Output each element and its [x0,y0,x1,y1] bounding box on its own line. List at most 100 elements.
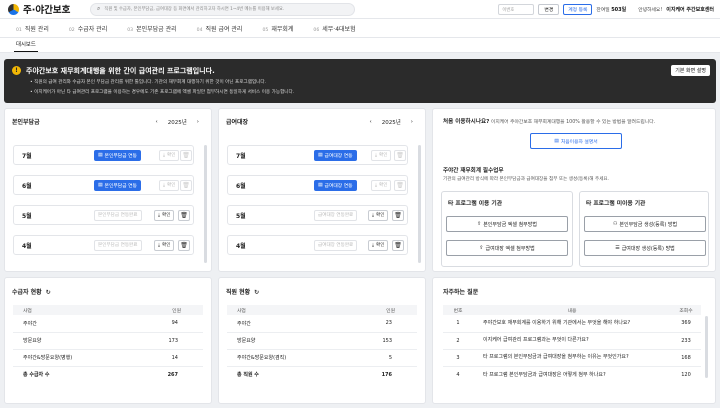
confirm-button[interactable]: ⤓ 확인 [368,209,389,221]
month-label: 4월 [236,242,246,250]
notice-banner: ! 주야간보호 재무회계대행을 위한 간이 급여관리 프로그램입니다. • 직원… [4,59,716,103]
payroll-create-guide-button[interactable]: ☰ 급여대장 생성(등록) 방법 [584,240,706,256]
info-icon: ! [12,66,21,75]
copay-create-guide-button[interactable]: ⚇ 본인부담금 생성(등록) 방법 [584,216,706,232]
payroll-sync-button[interactable]: ▤ 급여대장 연동 [314,149,357,161]
trash-icon[interactable]: 🗑 [392,239,404,251]
payroll-excel-guide-button[interactable]: ⇪ 급여대장 엑셀 첨부방법 [446,240,568,256]
other-program-box: 타 프로그램 이용 기관 ⇪ 본인부담금 엑셀 첨부방법 ⇪ 급여대장 엑셀 첨부방… [441,191,573,267]
tab-dashboard[interactable]: 대시보드 [14,40,38,52]
duty-desc: 기관의 급여관리 방식에 따라 본인부담금과 급여대장을 첨부 또는 생성(등록… [443,177,610,182]
total-row: 총 직원 수 176 [237,371,392,379]
document-icon: ▤ [554,138,559,144]
scrollbar[interactable] [705,316,708,378]
duty-title: 주야간 재무회계 필수업무 [443,168,504,174]
copay-row: 7월 ▤ 본인부담금 연동 ⤓ 확인 🗑 [13,145,194,165]
help-button[interactable]: 기본 화면 설명 [671,65,710,76]
document-icon: ▤ [318,152,323,158]
next-year-button[interactable]: › [197,119,199,125]
faq-table: 번호 내용 조회수 1 주야간보호 재무회계를 이용하기 위해 기관에서는 무엇을… [443,305,701,383]
upload-icon: ⇪ [479,245,484,251]
col-header: 조회수 [671,305,701,315]
payroll-title: 급여대장 [226,119,249,126]
trash-icon[interactable]: 🗑 [178,239,190,251]
copay-synced-button: 본인부담금 연동완료 [94,239,142,251]
prev-year-button[interactable]: ‹ [370,119,372,125]
download-icon: ⤓ [158,243,161,248]
code-input[interactable]: 이번호 [498,4,535,15]
trash-icon: 🗑 [394,179,406,191]
table-row: 주야간&방문요양(병행) 14 [13,349,203,367]
scrollbar[interactable] [418,145,421,263]
nav-item-staff[interactable]: 01 직원 관리 [16,24,49,33]
trash-icon[interactable]: 🗑 [392,209,404,221]
prev-year-button[interactable]: ‹ [156,119,158,125]
recipients-table: 사업 인원 주야간 94 방문요양 173 주야간&방문요양(병행) 14 총 수급자… [13,305,203,383]
trash-icon[interactable]: 🗑 [178,209,190,221]
copay-title: 본인부담금 [12,119,40,126]
main-nav: 01 직원 관리 02 수급자 관리 03 본인부담금 관리 04 직원 급여 관리 0… [0,19,720,38]
nav-item-recipients[interactable]: 02 수급자 관리 [69,24,107,33]
nav-item-copay[interactable]: 03 본인부담금 관리 [127,24,176,33]
document-icon: ▤ [98,152,103,158]
refresh-icon[interactable]: ↻ [254,289,259,296]
faq-row[interactable]: 3타 프로그램의 본인부담금과 급여대장을 첨부하는 이유는 무엇인가요? 168 [443,349,701,367]
download-icon: ⤓ [372,243,375,248]
search-input[interactable]: ⌕ 직원 및 수급자, 본인부담금, 급여대장 등 화면에서 관리하고자 하시면… [90,2,355,16]
scrollbar[interactable] [204,145,207,263]
logo-text: 주·야간보호 [23,5,71,16]
logo[interactable]: 주·야간보호 [8,2,90,16]
confirm-button: ⤓ 확인 [371,149,392,161]
nav-item-payroll[interactable]: 04 직원 급여 관리 [197,24,243,33]
copay-sync-button[interactable]: ▤ 본인부담금 연동 [94,149,141,161]
confirm-button: ⤓ 확인 [159,149,180,161]
copay-panel: 본인부담금 ‹ 2025년 › 7월 ▤ 본인부담금 연동 ⤓ 확인 🗑 6월 ▤ 본… [4,108,212,272]
confirm-button: ⤓ 확인 [371,179,392,191]
other-program-title: 타 프로그램 이용 기관 [448,201,503,207]
first-use-guide-button[interactable]: ▤ 처음이용자 설명서 [530,133,622,149]
table-row: 주야간 23 [227,315,417,333]
col-header: 인원 [131,305,203,315]
nav-item-accounting[interactable]: 05 재무회계 [262,24,293,33]
refresh-icon[interactable]: ↻ [46,289,51,296]
copay-synced-button: 본인부담금 연동완료 [94,209,142,221]
total-row: 총 수급자 수 267 [23,371,178,379]
faq-row[interactable]: 2 이지케어 급여관리 프로그램과는 무엇이 다른가요? 233 [443,332,701,350]
month-label: 6월 [22,182,32,190]
confirm-button[interactable]: ⤓ 확인 [154,239,175,251]
payroll-sync-button[interactable]: ▤ 급여대장 연동 [314,179,357,191]
download-icon: ⤓ [163,183,166,188]
col-header: 인원 [345,305,417,315]
document-icon: ▤ [318,182,323,188]
confirm-button[interactable]: ⤓ 확인 [154,209,175,221]
confirm-button[interactable]: ⤓ 확인 [368,239,389,251]
change-button[interactable]: 변경 [538,4,560,15]
faq-row[interactable]: 1 주야간보호 재무회계를 이용하기 위해 기관에서는 무엇을 해야 하나요? 36… [443,315,701,333]
trash-icon: 🗑 [394,149,406,161]
copay-row: 6월 ▤ 본인부담금 연동 ⤓ 확인 🗑 [13,175,194,195]
center-name[interactable]: 이지케어 주간보호센터 [666,6,714,13]
download-icon: ⤓ [375,183,378,188]
table-row: 방문요양 173 [13,332,203,350]
trash-icon: 🗑 [180,179,192,191]
month-label: 5월 [236,212,246,220]
col-header: 내용 [473,305,671,315]
faq-row[interactable]: 4타 프로그램 본인부담금과 급여대장은 어떻게 첨부 하나요? 120 [443,366,701,383]
payroll-row: 4월 급여대장 연동완료 ⤓ 확인 🗑 [227,235,408,255]
logo-icon [8,3,19,15]
staff-panel: 직원 현황 ↻ 사업 인원 주야간 23 방문요양 153 주야간&방문요양(겸직) 5… [218,277,426,404]
copay-excel-guide-button[interactable]: ⇪ 본인부담금 엑셀 첨부방법 [446,216,568,232]
download-icon: ⤓ [158,213,161,218]
payroll-row: 6월 ▤ 급여대장 연동 ⤓ 확인 🗑 [227,175,408,195]
download-icon: ⤓ [163,153,166,158]
account-register-button[interactable]: 계정 등록 [563,4,593,15]
notice-title: 주야간보호 재무회계대행을 위한 간이 급여관리 프로그램입니다. [26,67,215,75]
copay-sync-button[interactable]: ▤ 본인부담금 연동 [94,179,141,191]
month-label: 6월 [236,182,246,190]
nav-item-tax[interactable]: 06 세무·4대보험 [313,24,355,33]
payroll-row: 5월 급여대장 연동완료 ⤓ 확인 🗑 [227,205,408,225]
top-bar: 주·야간보호 ⌕ 직원 및 수급자, 본인부담금, 급여대장 등 화면에서 관리… [0,0,720,19]
month-label: 7월 [22,152,32,160]
next-year-button[interactable]: › [411,119,413,125]
faq-panel: 자주하는 질문 번호 내용 조회수 1 주야간보호 재무회계를 이용하기 위해 기… [432,277,716,404]
